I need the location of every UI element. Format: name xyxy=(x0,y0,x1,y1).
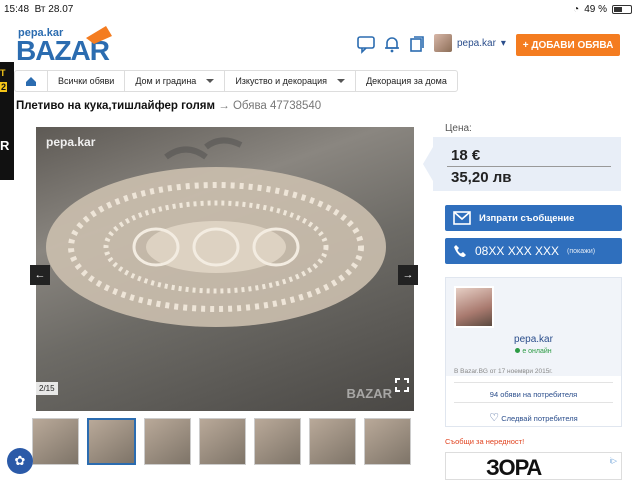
cookie-settings-button[interactable]: ✿ xyxy=(7,448,33,474)
seller-status-text: е онлайн xyxy=(522,348,552,355)
price-eur: 18 € xyxy=(451,147,481,164)
thumbnail[interactable] xyxy=(364,418,411,465)
breadcrumb-home[interactable] xyxy=(15,71,48,91)
follow-seller-button[interactable]: ♡ Следвай потребителя xyxy=(446,411,621,424)
chevron-down-icon: ▾ xyxy=(500,37,506,49)
envelope-icon xyxy=(453,211,471,225)
user-menu[interactable]: pepa.kar ▾ xyxy=(434,34,506,52)
bazar-logo[interactable]: pepa.kar BAZAR xyxy=(16,22,126,64)
thumbnail[interactable] xyxy=(32,418,79,465)
breadcrumb-item[interactable]: Изкуство и декорация xyxy=(225,71,357,91)
status-bar: 15:48 Вт 28.07 ◔ 49 % xyxy=(0,0,640,20)
photo-watermark-brand: BAZAR xyxy=(346,386,393,401)
ad-number: Обява 47738540 xyxy=(232,100,322,112)
thumbnail[interactable] xyxy=(87,418,136,465)
report-link[interactable]: Съобщи за нередност! xyxy=(445,437,524,446)
seller-online-status: е онлайн xyxy=(446,348,621,355)
cookie-icon: ✿ xyxy=(14,453,26,468)
chevron-down-icon xyxy=(337,79,346,83)
heart-icon: ♡ xyxy=(489,412,500,424)
documents-icon[interactable] xyxy=(407,34,427,54)
photo-watermark: pepa.kar xyxy=(46,135,96,149)
side-ad-line-1: T xyxy=(0,68,6,78)
arrow-left-icon: ← xyxy=(34,269,46,281)
breadcrumb: Всички обяви Дом и градина Изкуство и де… xyxy=(14,70,458,92)
battery-text: 49 % xyxy=(584,4,607,15)
page-title: Плетиво на кука,тишлайфер голям → Обява … xyxy=(16,100,321,112)
breadcrumb-label: Изкуство и декорация xyxy=(235,76,328,86)
price-box: 18 € 35,20 лв xyxy=(423,137,621,191)
date: Вт 28.07 xyxy=(34,4,74,15)
add-listing-button[interactable]: + ДОБАВИ ОБЯВА xyxy=(516,34,620,56)
chat-icon[interactable] xyxy=(356,34,376,54)
prev-photo-button[interactable]: ← xyxy=(30,265,50,285)
phone-icon xyxy=(454,245,466,257)
bell-icon[interactable] xyxy=(382,34,402,54)
breadcrumb-label: Декорация за дома xyxy=(366,76,447,86)
next-photo-button[interactable]: → xyxy=(398,265,418,285)
follow-label: Следвай потребителя xyxy=(501,414,578,423)
clock: 15:48 xyxy=(4,4,30,15)
chevron-down-icon xyxy=(206,79,215,83)
main-photo[interactable]: pepa.kar BAZAR 2/15 xyxy=(36,127,414,411)
side-ad-line-3: R xyxy=(0,138,10,153)
fullscreen-icon[interactable] xyxy=(394,377,410,393)
breadcrumb-label: Всички обяви xyxy=(58,76,115,86)
arrow-right-icon: → xyxy=(402,269,414,281)
price-label: Цена: xyxy=(445,123,472,134)
seller-avatar[interactable] xyxy=(454,286,494,328)
thumbnail[interactable] xyxy=(309,418,356,465)
photo-counter: 2/15 xyxy=(36,382,58,395)
phone-number: 08XX XXX XXX xyxy=(475,244,560,258)
breadcrumb-item[interactable]: Всички обяви xyxy=(48,71,126,91)
seller-name[interactable]: pepa.kar xyxy=(446,334,621,345)
seller-member-since: В Bazar.BG от 17 ноември 2015г. xyxy=(454,368,553,375)
seller-ads-link[interactable]: 94 обяви на потребителя xyxy=(446,390,621,399)
divider xyxy=(454,402,613,403)
show-phone-button[interactable]: 08XX XXX XXX (покажи) xyxy=(445,238,622,264)
thumbnail[interactable] xyxy=(254,418,301,465)
thumbnail-strip xyxy=(32,418,411,465)
side-ad[interactable]: T 2 R xyxy=(0,62,14,180)
title-arrow: → xyxy=(218,100,230,112)
breadcrumb-item[interactable]: Дом и градина xyxy=(125,71,226,91)
home-icon xyxy=(26,76,36,86)
send-message-button[interactable]: Изпрати съобщение xyxy=(445,205,622,231)
battery-icon xyxy=(612,5,632,14)
seller-card: pepa.kar е онлайн В Bazar.BG от 17 ноемв… xyxy=(445,277,622,427)
send-message-label: Изпрати съобщение xyxy=(479,212,575,224)
ad-banner-brand: ЗОРА xyxy=(486,455,542,480)
divider xyxy=(454,382,613,383)
thumbnail[interactable] xyxy=(199,418,246,465)
avatar xyxy=(434,34,452,52)
phone-hint: (покажи) xyxy=(567,247,596,255)
online-dot-icon xyxy=(515,348,521,353)
thumbnail[interactable] xyxy=(144,418,191,465)
ad-banner[interactable]: ЗОРА i▷ xyxy=(445,452,622,480)
listing-title: Плетиво на кука,тишлайфер голям xyxy=(16,100,216,112)
wifi-icon: ◔ xyxy=(573,4,580,15)
price-bgn: 35,20 лв xyxy=(451,169,512,186)
side-ad-line-2: 2 xyxy=(0,82,8,92)
breadcrumb-item[interactable]: Декорация за дома xyxy=(356,71,457,91)
user-name: pepa.kar xyxy=(457,37,496,49)
doily-illustration xyxy=(46,137,386,327)
ad-choices-icon[interactable]: i▷ xyxy=(610,457,617,465)
price-divider xyxy=(447,166,611,167)
breadcrumb-label: Дом и градина xyxy=(135,76,197,86)
